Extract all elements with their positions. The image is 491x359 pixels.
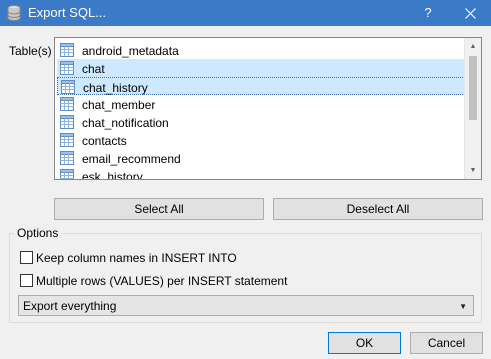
- database-icon: [7, 5, 21, 21]
- checkbox-box[interactable]: [20, 251, 33, 264]
- table-icon: [59, 60, 75, 76]
- close-icon: [465, 8, 476, 19]
- export-mode-value: Export everything: [23, 299, 117, 313]
- table-name: android_metadata: [82, 44, 179, 58]
- window-title: Export SQL...: [28, 5, 107, 20]
- table-icon: [59, 150, 75, 166]
- list-item[interactable]: contacts: [57, 131, 465, 149]
- table-name: contacts: [82, 134, 127, 148]
- export-mode-select[interactable]: Export everything ▼: [18, 295, 474, 316]
- title-bar: Export SQL... ?: [0, 0, 491, 26]
- keep-column-names-label: Keep column names in INSERT INTO: [36, 251, 237, 265]
- scroll-down-arrow-icon[interactable]: ▼: [465, 162, 481, 179]
- help-button[interactable]: ?: [410, 0, 446, 26]
- table-icon: [59, 114, 75, 130]
- tables-label: Table(s): [9, 44, 52, 58]
- ok-button[interactable]: OK: [328, 332, 401, 354]
- table-icon: [59, 96, 75, 112]
- options-title: Options: [14, 226, 62, 240]
- table-icon: [59, 42, 75, 58]
- table-name: chat: [82, 62, 105, 76]
- table-name: chat_member: [82, 98, 156, 112]
- list-item[interactable]: chat: [57, 59, 465, 77]
- table-icon: [59, 132, 75, 148]
- cancel-button[interactable]: Cancel: [410, 332, 483, 354]
- tables-listbox[interactable]: android_metadatachat chat_history chat_mem…: [54, 37, 482, 180]
- checkbox-box[interactable]: [20, 274, 33, 287]
- list-item[interactable]: chat_member: [57, 95, 465, 113]
- close-button[interactable]: [450, 0, 491, 26]
- list-item[interactable]: chat_history: [57, 77, 465, 95]
- vertical-scrollbar[interactable]: ▲ ▼: [464, 38, 481, 179]
- deselect-all-button[interactable]: Deselect All: [273, 198, 483, 220]
- select-all-button[interactable]: Select All: [54, 198, 264, 220]
- list-item[interactable]: email_recommend: [57, 149, 465, 167]
- table-name: esk_history: [82, 170, 143, 180]
- scroll-thumb[interactable]: [469, 56, 477, 120]
- list-item[interactable]: android_metadata: [57, 41, 465, 59]
- scroll-up-arrow-icon[interactable]: ▲: [465, 38, 481, 55]
- list-item[interactable]: esk_history: [57, 167, 465, 180]
- table-icon: [59, 168, 75, 179]
- table-name: chat_notification: [82, 116, 169, 130]
- multiple-rows-label: Multiple rows (VALUES) per INSERT statem…: [36, 274, 288, 288]
- table-name: email_recommend: [82, 152, 181, 166]
- list-item[interactable]: chat_notification: [57, 113, 465, 131]
- dropdown-arrow-icon[interactable]: ▼: [459, 302, 467, 311]
- table-icon: [60, 79, 76, 95]
- table-name: chat_history: [83, 81, 148, 95]
